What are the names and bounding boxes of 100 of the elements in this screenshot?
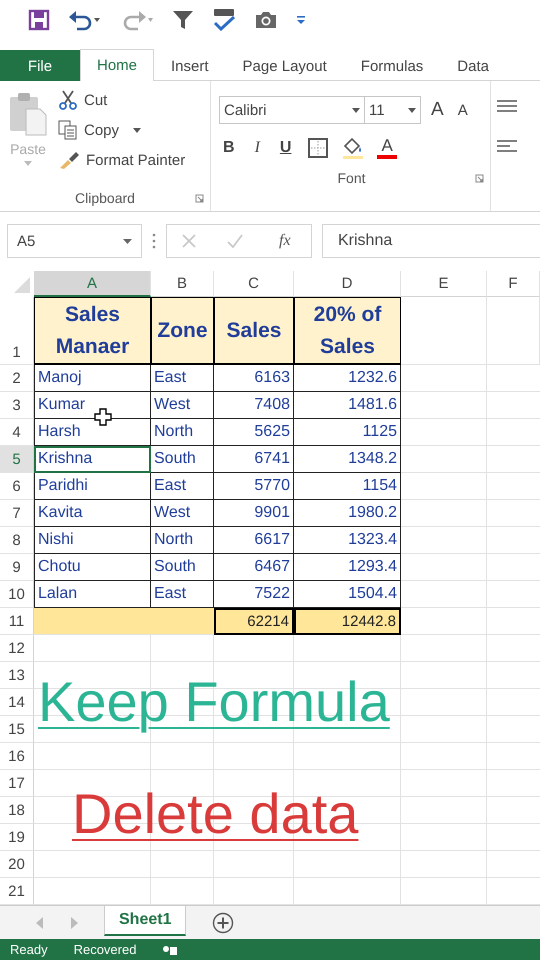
borders-icon[interactable] [307,137,330,159]
table-cell: South [151,446,214,473]
sheet-tab[interactable]: Sheet1 [104,906,186,936]
table-cell: Sales [214,297,294,365]
table-cell: Paridhi [34,473,151,500]
table-cell: 1323.4 [294,527,401,554]
row-header[interactable]: 6 [0,473,34,500]
add-sheet-icon[interactable] [212,912,234,934]
dialog-launcher-icon[interactable] [195,194,204,202]
table-cell: East [151,473,214,500]
group-label: Clipboard [75,190,135,206]
clipboard-icon [8,91,48,137]
table-cell: East [151,365,214,392]
row-header[interactable]: 2 [0,365,34,392]
insert-function-button[interactable]: fx [273,231,297,251]
font-color-button[interactable]: A [377,137,397,159]
font-family-dropdown[interactable]: Calibri [219,96,365,124]
bold-button[interactable]: B [219,137,239,159]
status-text: Ready [10,942,48,957]
align-left-icon[interactable] [497,139,517,153]
table-cell: 1125 [294,419,401,446]
table-cell: South [151,554,214,581]
row-header[interactable]: 14 [0,689,34,716]
spelling-check-icon[interactable] [212,8,236,32]
underline-button[interactable]: U [276,137,296,159]
row-header[interactable]: 10 [0,581,34,608]
table-cell: 7408 [214,392,294,419]
table-cell: 1481.6 [294,392,401,419]
fill-color-icon[interactable] [341,136,366,160]
row-header[interactable]: 13 [0,662,34,689]
table-cell: 1348.2 [294,446,401,473]
row-header[interactable]: 16 [0,743,34,770]
table-cell: West [151,392,214,419]
row-header[interactable]: 3 [0,392,34,419]
increase-font-size-button[interactable]: A [427,97,448,123]
formula-input[interactable]: Krishna [322,224,540,258]
save-icon[interactable] [28,9,50,31]
row-header[interactable]: 15 [0,716,34,743]
total-cell: 12442.8 [294,608,401,635]
column-header[interactable]: A [34,271,151,297]
table-cell: Chotu [34,554,151,581]
group-label: Font [337,170,366,186]
font-size-dropdown[interactable]: 11 [364,96,421,124]
total-cell: 62214 [214,608,294,635]
ribbon-tab[interactable]: File [0,50,80,81]
row-header[interactable]: 7 [0,500,34,527]
table-cell: 5625 [214,419,294,446]
table-cell: North [151,419,214,446]
italic-button[interactable]: I [250,137,264,159]
name-box[interactable]: A5 [7,224,142,258]
camera-icon[interactable] [254,10,278,30]
ribbon-tab[interactable]: Home [80,49,154,81]
table-cell: 1980.2 [294,500,401,527]
cut-button[interactable]: Cut [56,87,188,113]
dialog-launcher-icon[interactable] [475,174,484,182]
table-cell: 6163 [214,365,294,392]
row-header[interactable]: 8 [0,527,34,554]
copy-button[interactable]: Copy [56,117,188,143]
table-cell: 1293.4 [294,554,401,581]
annotation-text: Keep Formula [38,671,390,733]
row-header[interactable]: 19 [0,824,34,851]
align-top-icon[interactable] [497,99,517,113]
caret-icon [133,128,142,132]
ribbon-tab[interactable]: Insert [154,50,226,81]
row-header[interactable]: 18 [0,797,34,824]
row-header[interactable]: 17 [0,770,34,797]
table-cell: Kavita [34,500,151,527]
decrease-font-size-button[interactable]: A [454,100,472,120]
caret-icon [123,238,132,244]
more-icon [152,233,156,249]
row-header[interactable]: 9 [0,554,34,581]
table-cell: 1232.6 [294,365,401,392]
table-cell: 6467 [214,554,294,581]
row-header[interactable]: 20 [0,851,34,878]
filter-icon[interactable] [172,9,194,31]
table-cell: 1154 [294,473,401,500]
ribbon-tab[interactable]: Formulas [344,50,440,81]
scissors-icon [58,90,78,110]
ribbon-tab[interactable]: Data [440,50,506,81]
table-cell: Sales Manaer [34,297,151,365]
cursor-icon [94,408,112,426]
macro-icon [162,944,178,954]
table-cell: North [151,527,214,554]
table-cell: West [151,500,214,527]
caret-icon [24,161,32,166]
annotation-text: Delete data [72,783,358,845]
customize-dropdown-icon[interactable] [296,14,306,26]
undo-icon[interactable] [68,9,102,31]
caret-icon [408,108,416,112]
format-painter-button[interactable]: Format Painter [56,147,188,173]
table-cell: 9901 [214,500,294,527]
table-cell: 20% of Sales [294,297,401,365]
table-cell: Zone [151,297,214,365]
row-header[interactable]: 5 [0,446,34,473]
check-icon[interactable] [226,233,244,249]
table-cell: 6741 [214,446,294,473]
table-cell: 5770 [214,473,294,500]
ribbon-tab[interactable]: Page Layout [226,50,344,81]
row-header[interactable]: 12 [0,635,34,662]
caret-icon [352,108,360,112]
